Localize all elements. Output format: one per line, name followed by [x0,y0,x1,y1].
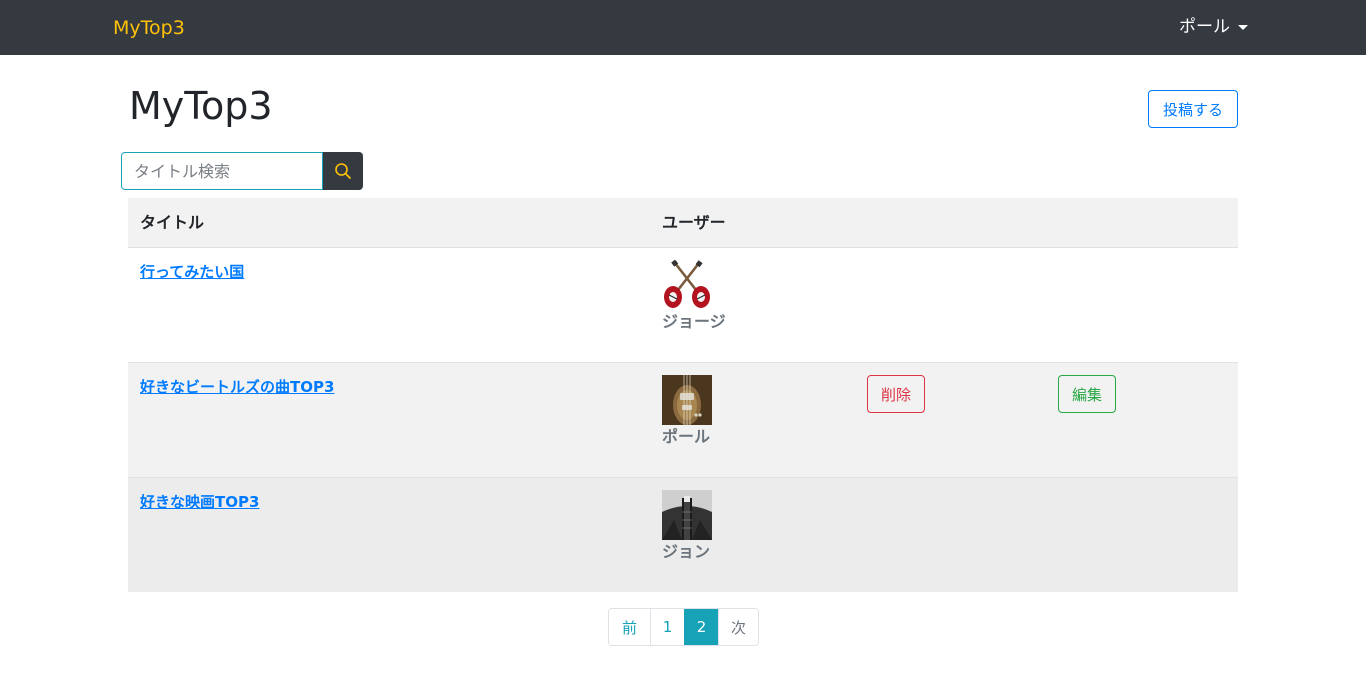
post-user-name: ポール [662,427,711,446]
column-header-user: ユーザー [662,213,726,232]
search-button[interactable] [323,152,363,190]
table-header: タイトル ユーザー [128,198,1238,248]
search-icon [335,163,351,179]
table-row: 行ってみたい国 ジョージ [128,247,1238,362]
pagination-page-2[interactable]: 2 [684,609,718,645]
post-button[interactable]: 投稿する [1148,90,1238,128]
user-menu-dropdown[interactable]: ポール [1179,16,1248,38]
pagination: 前 1 2 次 [608,608,759,646]
crossed-guitars-icon [664,260,710,308]
navbar-brand[interactable]: MyTop3 [113,16,185,40]
user-menu-label: ポール [1179,17,1230,37]
edit-button[interactable]: 編集 [1058,375,1116,413]
table-row: 好きなビートルズの曲TOP3 ポール 削除 編集 [128,362,1238,477]
navbar: MyTop3 ポール [0,0,1366,55]
pagination-prev[interactable]: 前 [609,609,650,645]
table-row: 好きな映画TOP3 ジョン [128,477,1238,592]
post-title-link[interactable]: 好きな映画TOP3 [140,492,259,512]
guitar-neck-photo [662,490,712,540]
post-user-name: ジョージ [662,312,726,331]
post-user-name: ジョン [662,542,711,561]
post-title-link[interactable]: 行ってみたい国 [140,262,244,282]
search-input[interactable] [121,152,323,190]
caret-down-icon [1238,24,1248,30]
page-title: MyTop3 [129,84,273,128]
pagination-next[interactable]: 次 [718,609,758,645]
violin-bass-photo [662,375,712,425]
column-header-title: タイトル [140,213,205,232]
pagination-page-1[interactable]: 1 [650,609,684,645]
post-title-link[interactable]: 好きなビートルズの曲TOP3 [140,377,334,397]
delete-button[interactable]: 削除 [867,375,925,413]
